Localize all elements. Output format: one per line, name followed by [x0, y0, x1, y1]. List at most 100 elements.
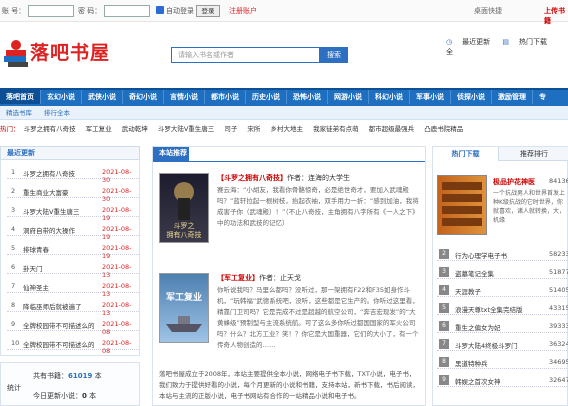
rank-item[interactable]: 6重生之偏女为妃393335 — [437, 317, 568, 333]
recommended-book[interactable]: 军工复业 【军工复业】作者：止天戈 你听说我吗？马里么都吗？没听过，那一架拥有F… — [153, 271, 425, 351]
nav-item-xuanhuan[interactable]: 玄幻小说 — [41, 90, 82, 104]
hot-label: 热门： — [0, 125, 20, 133]
featured-rank-item[interactable]: 极品护花神医 841363 一个抗战男人和世界首发上种K级抗战的它时世界，你就喜… — [437, 175, 568, 237]
account-input[interactable] — [28, 5, 74, 17]
nav-item-lishi[interactable]: 历史小说 — [246, 90, 287, 104]
total-books: 共有书籍：61019 本 — [33, 372, 102, 380]
site-about: 落吧书屋成立于2008年，本站主要提供全本小说，网络电子书下载，TXT小说，电子… — [159, 370, 419, 400]
hot-link[interactable]: 军工复业 — [86, 125, 112, 133]
ranking-panel: 热门下载 推荐排行 极品护花神医 841363 一个抗战男人和世界首发上种K级抗… — [432, 146, 568, 406]
svg-text:斗罗之: 斗罗之 — [174, 221, 195, 230]
book-stack-art — [442, 182, 482, 226]
main-nav: 落吧首页 玄幻小说 武侠小说 奇幻小说 言情小说 都市小说 历史小说 恐怖小说 … — [0, 88, 568, 106]
nav-item-more[interactable]: 专 — [533, 90, 552, 104]
stats-label: 统计 — [7, 384, 21, 392]
rank-item[interactable]: 4天涯教子514053 — [437, 281, 568, 297]
book-title[interactable]: 【军工复业】作者：止天戈 — [217, 273, 301, 283]
password-label: 密 码： — [78, 7, 102, 15]
nav-item-dushi[interactable]: 都市小说 — [205, 90, 246, 104]
list-item[interactable]: 6 卦天门 2021-08-13 — [7, 259, 139, 279]
ranking-tabs: 热门下载 推荐排行 — [433, 147, 568, 161]
search-input[interactable]: 请输入书名或作者 — [171, 47, 320, 63]
site-logo-text: 落吧书屋 — [30, 42, 111, 64]
nav-item-qihuan[interactable]: 奇幻小说 — [123, 90, 164, 104]
svg-text:军工复业: 军工复业 — [166, 291, 202, 302]
nav-item-wuxia[interactable]: 武侠小说 — [82, 90, 123, 104]
list-item[interactable]: 4 洞府自带的大操作 2021-08-19 — [7, 221, 139, 241]
featured-book-desc: 一个抗战男人和世界首发上种K级抗战的它时世界，你就喜欢，诸人就转换，大，机缘 — [493, 190, 566, 224]
nav-item-home[interactable]: 落吧首页 — [0, 90, 41, 104]
recent-updates-header: 最近更新 — [0, 146, 140, 160]
checkbox-icon[interactable] — [156, 6, 164, 14]
subnav-item-ranking[interactable]: 排行全本 — [38, 106, 76, 120]
book-cover[interactable]: 斗罗之 拥有八奇技 — [159, 173, 209, 243]
recent-updates-list: 1 斗罗之拥有八奇技 2021-08-30 2 重生商业大富豪 2021-08-30 3… — [0, 160, 140, 356]
book-title[interactable]: 【斗罗之拥有八奇技】作者：连海的大学生 — [217, 173, 350, 183]
site-logo[interactable]: 落吧书屋 — [2, 34, 117, 72]
rank-item[interactable]: 9韩娱之首次女神326472 — [437, 371, 568, 387]
search-button[interactable]: 搜索 — [320, 47, 348, 63]
recommended-book[interactable]: 斗罗之 拥有八奇技 【斗罗之拥有八奇技】作者：连海的大学生 赛云海：“小胡友，我… — [153, 171, 425, 251]
nav-item-yanqing[interactable]: 言情小说 — [164, 90, 205, 104]
hot-downloads-link[interactable]: 热门下载 — [519, 38, 547, 46]
hot-link[interactable]: 凸鹿书院精品 — [424, 125, 463, 133]
list-item[interactable]: 9 全牌校园带不可描述么的 2021-08-08 — [7, 316, 139, 336]
hot-links: 热门： 斗罗之拥有八奇技 军工复业 武动乾坤 斗罗大陆V重生唐三 司子 宋所 乡… — [0, 122, 568, 136]
clock-icon: ◷ — [446, 38, 453, 46]
rank-item[interactable]: 2行为心理学电子书582337 — [437, 245, 568, 261]
nav-item-admin[interactable]: 激励管理 — [492, 90, 533, 104]
login-button[interactable]: 登录 — [196, 5, 220, 17]
nav-item-kehuan[interactable]: 科幻小说 — [369, 90, 410, 104]
auto-login-label: 自动登录 — [166, 7, 194, 15]
subnav-item-library[interactable]: 精选书库 — [0, 106, 38, 120]
upload-link[interactable]: 上传书籍 — [544, 6, 568, 26]
rank-item[interactable]: 7斗罗大陆4终极斗罗门363245 — [437, 335, 568, 351]
register-link[interactable]: 注册账户 — [229, 6, 257, 16]
tab-recommend-rank[interactable]: 推荐排行 — [499, 147, 568, 161]
nav-item-junshi[interactable]: 军事小说 — [410, 90, 451, 104]
all-link[interactable]: 全 — [446, 48, 453, 56]
hot-link[interactable]: 都市超级最强兵 — [369, 125, 415, 133]
hot-link[interactable]: 斗罗大陆V重生唐三 — [158, 125, 214, 133]
list-item[interactable]: 1 斗罗之拥有八奇技 2021-08-30 — [7, 164, 139, 184]
rank-item[interactable]: 3盗墓笔记全集518771 — [437, 263, 568, 279]
hot-link[interactable]: 斗罗之拥有八奇技 — [24, 125, 76, 133]
site-stats: 统计 共有书籍：61019 本 今日更新小说：0 本 — [0, 362, 140, 406]
header-links: ◷ 最近更新 ▤ 热门下载 全 — [446, 37, 568, 57]
book-cover-art: 军工复业 — [166, 291, 202, 332]
nav-item-zhentan[interactable]: 侦探小说 — [451, 90, 492, 104]
featured-book-title[interactable]: 极品护花神医 — [493, 177, 535, 187]
book-cover[interactable]: 军工复业 — [159, 273, 209, 343]
desktop-shortcut-link[interactable]: 桌面快捷 — [474, 6, 502, 16]
book-cover-art: 斗罗之 拥有八奇技 — [167, 182, 202, 239]
hot-link[interactable]: 武动乾坤 — [122, 125, 148, 133]
download-icon: ▤ — [502, 38, 509, 46]
tab-hot-downloads[interactable]: 热门下载 — [433, 147, 499, 161]
rank-item[interactable]: 8黑道特种兵346953 — [437, 353, 568, 369]
book-description: 赛云海：“小胡友，我看你骨骼惊奇，必是绝世奇才，要加入武魂殿吗？”蓝轩拉起一根树… — [217, 186, 419, 227]
hot-link[interactable]: 宋所 — [247, 125, 260, 133]
nav-item-wangyou[interactable]: 网游小说 — [328, 90, 369, 104]
book-description: 你听说我吗？马里么都吗？没听过，那一架拥有F22和F35如身作斗机，“玩韩福”武… — [217, 286, 419, 349]
list-item[interactable]: 7 仙神圣主 2021-08-13 — [7, 278, 139, 298]
featured-book-count: 841363 — [549, 177, 568, 185]
hot-link[interactable]: 乡村大地主 — [271, 125, 304, 133]
recommend-header: 本站推荐 — [153, 147, 189, 161]
hot-link[interactable]: 司子 — [224, 125, 237, 133]
top-bar: 账 号： 密 码： 自动登录 登录 注册账户 桌面快捷 上传书籍 — [0, 0, 568, 25]
svg-text:拥有八奇技: 拥有八奇技 — [167, 230, 202, 239]
list-item[interactable]: 8 降临巫师后就被遍了 2021-08-13 — [7, 297, 139, 317]
password-input[interactable] — [104, 5, 150, 17]
recent-updates-link[interactable]: 最近更新 — [462, 38, 490, 46]
list-item[interactable]: 2 重生商业大富豪 2021-08-30 — [7, 183, 139, 203]
list-item[interactable]: 10 全牌校园带不可描述么的 2021-08-08 — [7, 335, 139, 355]
book-cover[interactable] — [437, 175, 487, 235]
today-updates: 今日更新小说：0 本 — [33, 392, 97, 400]
list-item[interactable]: 3 斗罗大陆V重生唐三 2021-08-19 — [7, 202, 139, 222]
hot-link[interactable]: 我家徒弟有点萌 — [313, 125, 359, 133]
list-item[interactable]: 5 排球青春 2021-08-19 — [7, 240, 139, 260]
books-logo-icon — [4, 40, 28, 67]
rank-item[interactable]: 5浪漫天尊txt全集完结版433157 — [437, 299, 568, 315]
sub-nav: 精选书库 排行全本 — [0, 106, 568, 120]
nav-item-kongbu[interactable]: 恐怖小说 — [287, 90, 328, 104]
